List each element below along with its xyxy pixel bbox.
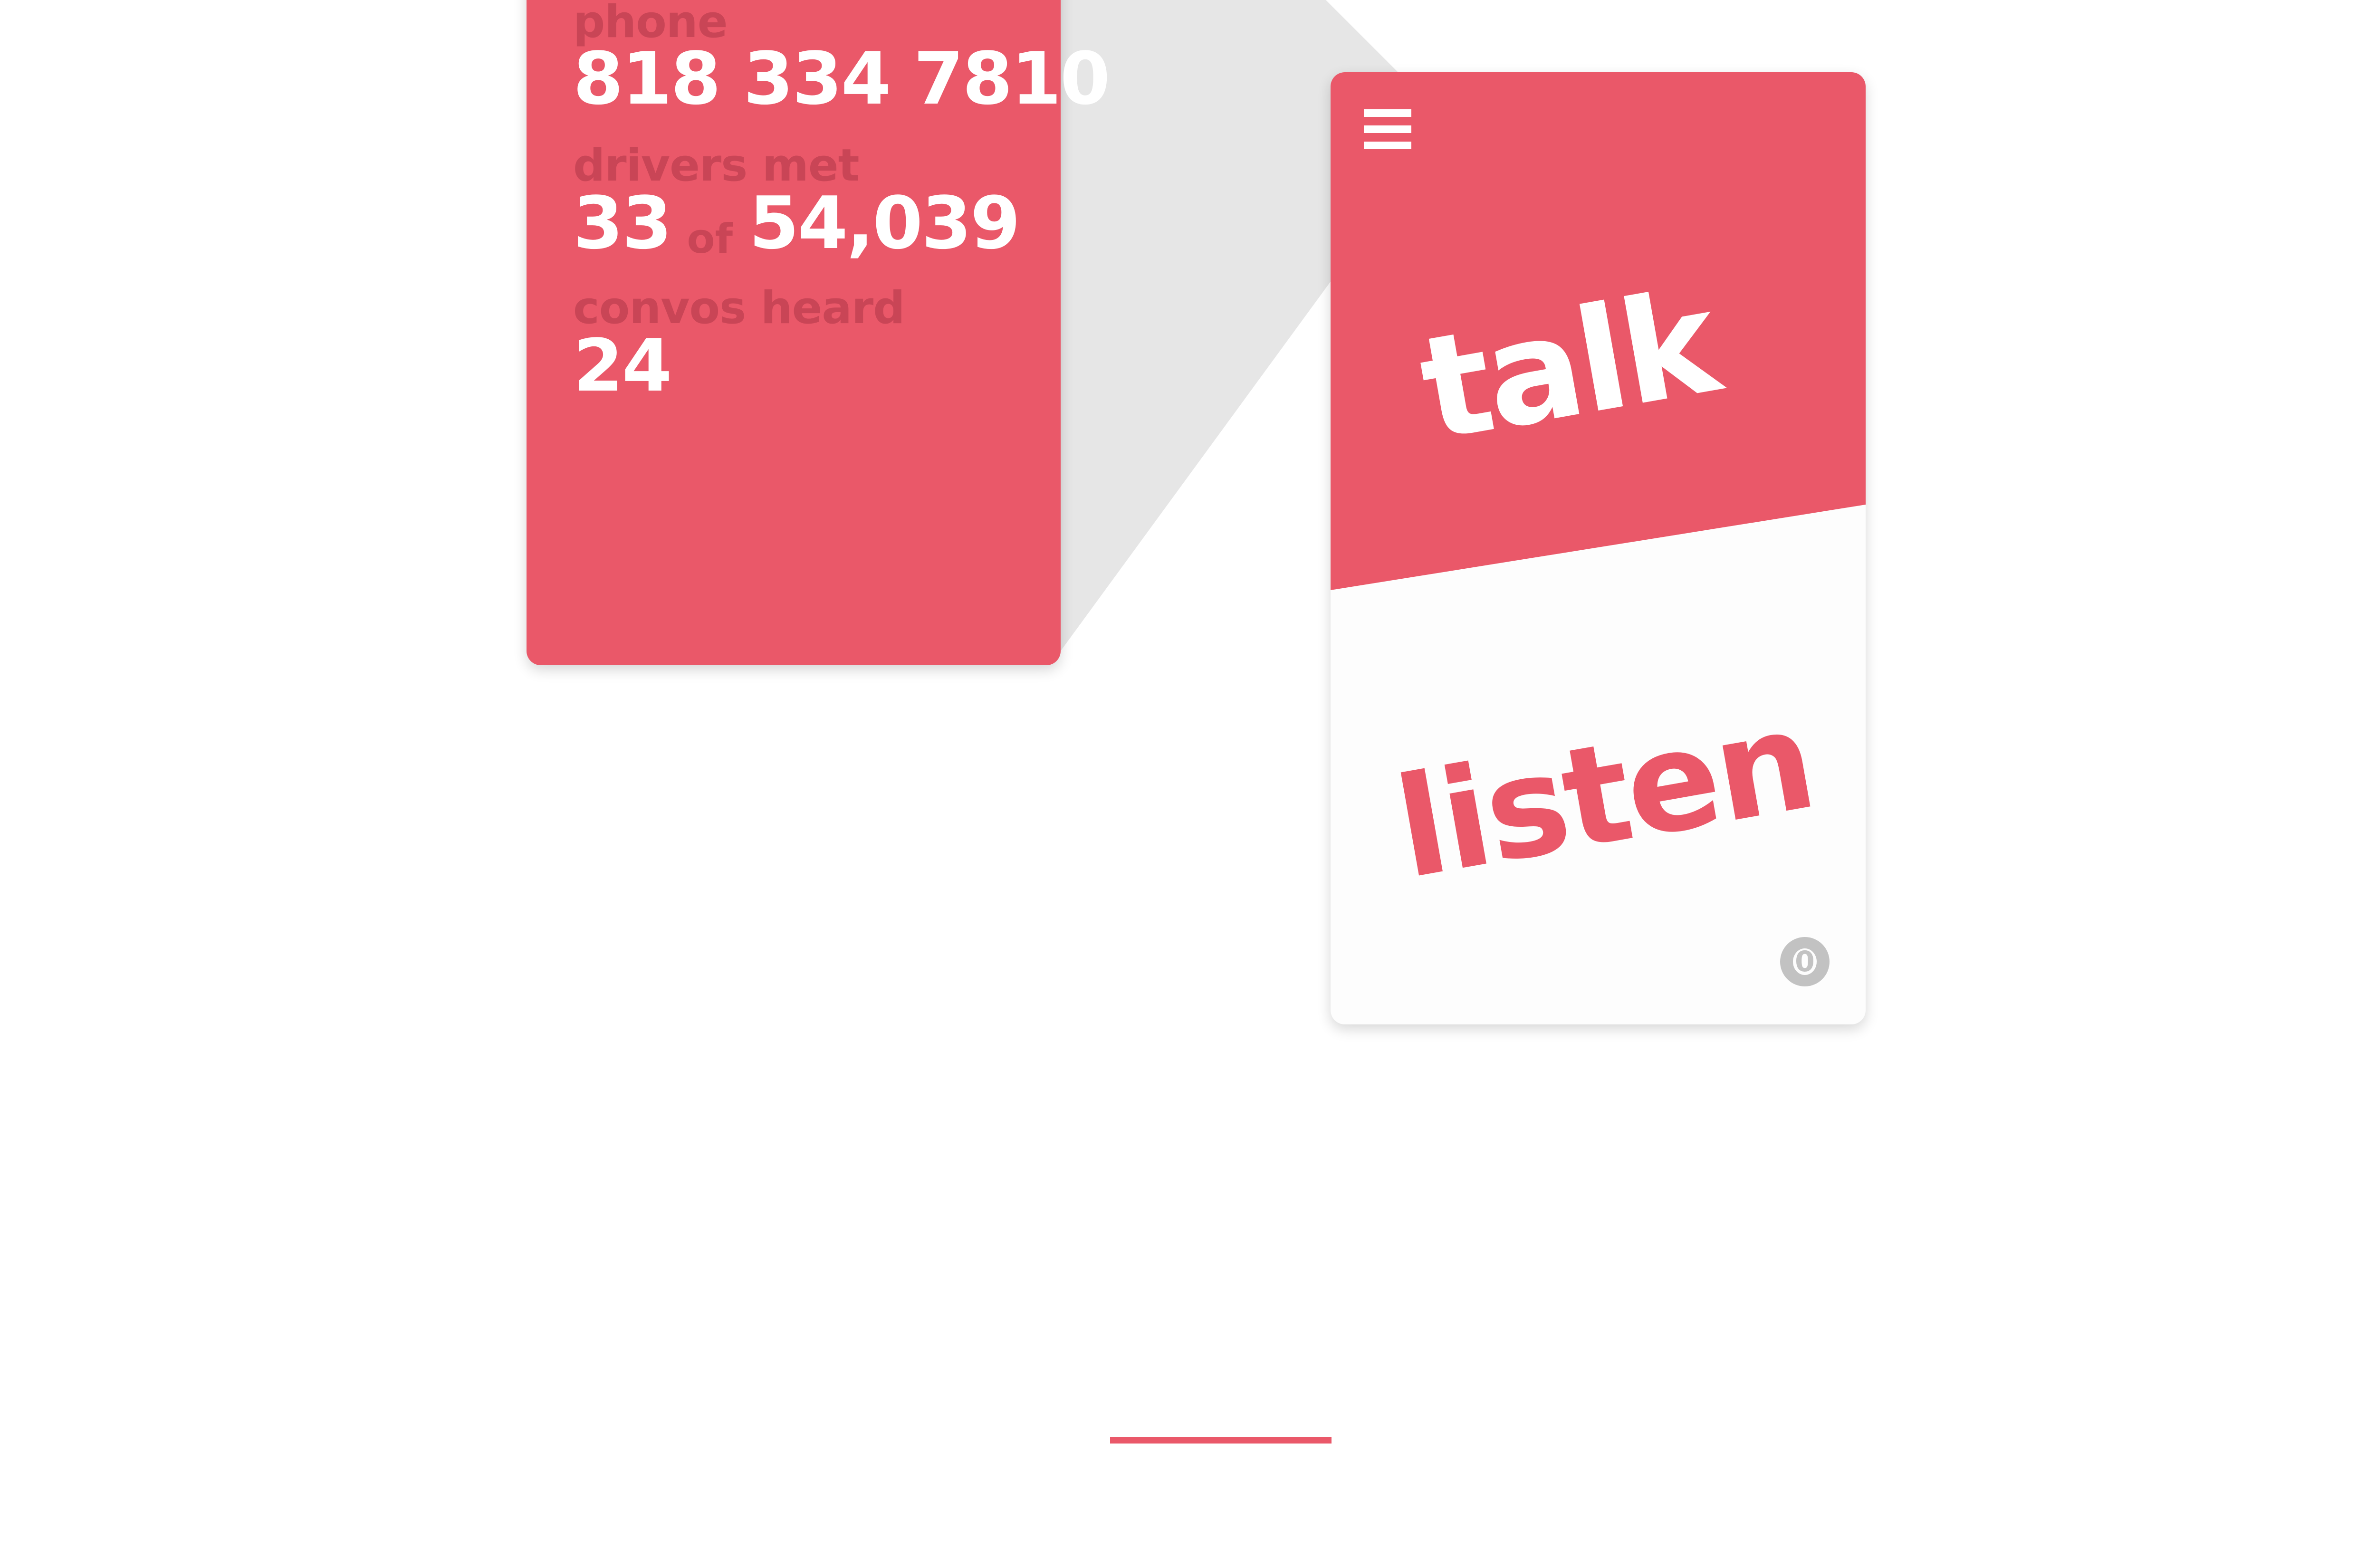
drivers-of-text: of bbox=[687, 215, 733, 263]
drivers-total-count: 54,039 bbox=[749, 181, 1021, 265]
zoom-connector bbox=[1061, 0, 1430, 651]
stats-card: phone 818 334 7810 drivers met 33 of 54,03… bbox=[527, 0, 1110, 665]
menu-bar-bottom bbox=[1364, 142, 1411, 149]
drivers-met-value: 33 of 54,039 bbox=[573, 187, 1021, 260]
phone-screen: talk listen 0 bbox=[1331, 72, 1866, 1024]
phone-number: 818 334 7810 bbox=[573, 37, 1110, 121]
divider-line bbox=[1110, 1437, 1332, 1444]
menu-bar-top bbox=[1364, 109, 1411, 117]
count-badge[interactable]: 0 bbox=[1780, 937, 1830, 986]
presentation-canvas: phone 818 334 7810 drivers met 33 of 54,03… bbox=[0, 0, 2376, 1568]
hamburger-menu-icon[interactable] bbox=[1364, 109, 1411, 149]
listen-button[interactable]: listen bbox=[1385, 679, 1823, 909]
convos-heard-value: 24 bbox=[573, 324, 672, 408]
count-badge-value: 0 bbox=[1793, 947, 1817, 976]
menu-bar-middle bbox=[1364, 125, 1411, 133]
drivers-met-count: 33 bbox=[573, 181, 672, 265]
